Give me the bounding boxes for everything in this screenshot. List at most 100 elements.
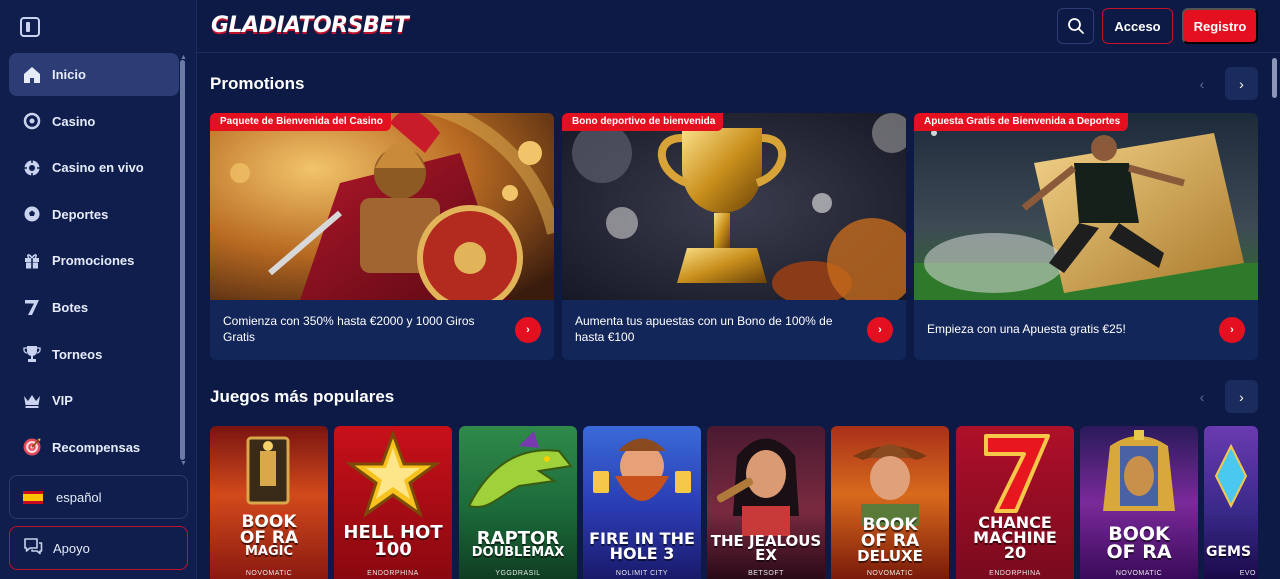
game-title-line: DOUBLEMAX — [471, 545, 565, 561]
sidebar-item-vip[interactable]: VIP — [9, 379, 179, 422]
game-tile-hell-hot-100[interactable]: HELL HOT 100 ENDORPHINA — [334, 426, 452, 579]
game-provider: ENDORPHINA — [367, 570, 419, 577]
register-button[interactable]: Registro — [1182, 8, 1258, 44]
game-title-line: EX — [755, 546, 777, 565]
gift-icon — [22, 251, 42, 271]
game-title: BOOK OF RA — [1080, 524, 1198, 564]
game-tile-raptor-doublemax[interactable]: RAPTOR DOUBLEMAX YGGDRASIL — [459, 426, 577, 579]
game-tile-the-jealous-ex[interactable]: THE JEALOUS EX BETSOFT — [707, 426, 825, 579]
game-title: HELL HOT 100 — [334, 523, 452, 561]
sidebar-item-label: Deportes — [52, 206, 109, 222]
sidebar-item-inicio[interactable]: Inicio — [9, 53, 179, 96]
dwarf-artwork — [593, 438, 691, 501]
game-title: BOOK OF RA DELUXE — [831, 516, 949, 566]
promo-card-casino-welcome[interactable]: Paquete de Bienvenida del Casino Comienz… — [210, 113, 554, 360]
main-scrollbar[interactable] — [1272, 58, 1277, 98]
book-artwork — [246, 436, 290, 505]
game-title-line: DELUXE — [857, 547, 923, 566]
promo-tag: Paquete de Bienvenida del Casino — [210, 113, 391, 131]
games-prev-arrow-icon[interactable]: ‹ — [1191, 386, 1213, 408]
game-title-line: HOLE 3 — [609, 544, 675, 564]
raptor-artwork — [467, 431, 573, 508]
casino-icon — [22, 111, 42, 131]
sidebar: Inicio Casino Casino en vivo Deportes Pr… — [0, 0, 197, 579]
star-artwork — [345, 429, 441, 518]
language-label: español — [56, 489, 102, 505]
game-tile-book-of-ra[interactable]: BOOK OF RA NOVOMATIC — [1080, 426, 1198, 579]
login-button[interactable]: Acceso — [1102, 8, 1173, 44]
game-provider: BETSOFT — [748, 570, 784, 577]
sidebar-item-label: Torneos — [52, 346, 103, 362]
sidebar-nav: Inicio Casino Casino en vivo Deportes Pr… — [9, 53, 179, 472]
promo-tag: Bono deportivo de bienvenida — [562, 113, 724, 131]
site-logo[interactable]: GLADIATORSBET — [211, 13, 409, 38]
sidebar-item-label: VIP — [52, 393, 73, 409]
game-title: GEMS — [1206, 544, 1258, 560]
promo-text: Empieza con una Apuesta gratis €25! — [927, 322, 1126, 336]
game-provider: EVO — [1239, 570, 1256, 577]
trophy-icon — [22, 344, 42, 364]
game-tile-chance-machine-20[interactable]: CHANCE MACHINE 20 ENDORPHINA — [956, 426, 1074, 579]
top-header: GLADIATORSBET Acceso Registro — [197, 0, 1280, 53]
game-tile-book-of-ra-magic[interactable]: BOOK OF RA MAGIC NOVOMATIC — [210, 426, 328, 579]
sidebar-scrollbar[interactable] — [180, 60, 185, 460]
game-title: CHANCE MACHINE 20 — [956, 514, 1074, 563]
home-icon — [22, 65, 42, 85]
game-title-line: GEMS — [1206, 544, 1252, 560]
chevron-right-icon[interactable]: › — [867, 317, 893, 343]
target-icon — [22, 437, 42, 457]
game-tile-fire-in-the-hole-3[interactable]: FIRE IN THE HOLE 3 NOLIMIT CITY — [583, 426, 701, 579]
woman-artwork — [716, 438, 799, 536]
game-title-line: MAGIC — [244, 544, 294, 560]
game-provider: ENDORPHINA — [989, 570, 1041, 577]
sidebar-item-label: Casino — [52, 113, 96, 129]
promo-tag: Apuesta Gratis de Bienvenida a Deportes — [914, 113, 1129, 131]
promo-text: Comienza con 350% hasta €2000 y 1000 Gir… — [223, 314, 475, 344]
games-next-arrow-icon[interactable]: › — [1225, 380, 1258, 413]
game-title: FIRE IN THE HOLE 3 — [583, 530, 701, 564]
sidebar-collapse-icon[interactable] — [20, 17, 40, 37]
chevron-right-icon[interactable]: › — [1219, 317, 1245, 343]
support-button[interactable]: Apoyo — [9, 526, 188, 570]
footballer-promo-image — [914, 113, 1258, 300]
gem-artwork — [1214, 443, 1248, 509]
game-title-line: 20 — [1003, 543, 1027, 563]
game-tile-gems[interactable]: GEMS EVO — [1204, 426, 1258, 579]
game-provider: NOVOMATIC — [245, 570, 293, 577]
search-button[interactable] — [1057, 8, 1094, 44]
spain-flag-icon — [23, 490, 43, 504]
pharaoh-artwork — [1103, 430, 1175, 511]
promotions-next-arrow-icon[interactable]: › — [1225, 67, 1258, 100]
promo-card-free-bet[interactable]: Apuesta Gratis de Bienvenida a Deportes … — [914, 113, 1258, 360]
explorer-artwork — [853, 444, 927, 526]
language-selector[interactable]: español — [9, 475, 188, 519]
trophy-promo-image — [562, 113, 906, 300]
game-provider: YGGDRASIL — [495, 570, 541, 577]
promotions-prev-arrow-icon[interactable]: ‹ — [1191, 73, 1213, 95]
live-casino-icon — [22, 158, 42, 178]
crown-icon — [22, 391, 42, 411]
seven-artwork — [984, 434, 1050, 513]
sidebar-item-torneos[interactable]: Torneos — [9, 333, 179, 376]
game-title: BOOK OF RA MAGIC — [210, 513, 328, 560]
promo-card-sports-welcome[interactable]: Bono deportivo de bienvenida Aumenta tus… — [562, 113, 906, 360]
scroll-down-icon[interactable]: ▼ — [180, 460, 187, 467]
game-provider: NOVOMATIC — [866, 570, 914, 577]
game-provider: NOVOMATIC — [1115, 570, 1163, 577]
sidebar-item-label: Casino en vivo — [52, 160, 144, 176]
game-tile-book-of-ra-deluxe[interactable]: BOOK OF RA DELUXE NOVOMATIC — [831, 426, 949, 579]
game-title-line: OF RA — [1106, 541, 1172, 564]
sidebar-item-promociones[interactable]: Promociones — [9, 239, 179, 282]
game-title-line: 100 — [374, 539, 412, 561]
popular-games-title: Juegos más populares — [210, 387, 395, 406]
sidebar-item-casino-en-vivo[interactable]: Casino en vivo — [9, 146, 179, 189]
game-title: RAPTOR DOUBLEMAX — [459, 529, 577, 561]
gladiator-promo-image — [210, 113, 554, 300]
sidebar-item-casino[interactable]: Casino — [9, 100, 179, 143]
sidebar-item-deportes[interactable]: Deportes — [9, 193, 179, 236]
seven-icon — [22, 297, 42, 317]
sidebar-item-recompensas[interactable]: Recompensas — [9, 426, 179, 469]
chevron-right-icon[interactable]: › — [515, 317, 541, 343]
game-provider: NOLIMIT CITY — [615, 570, 669, 577]
sidebar-item-botes[interactable]: Botes — [9, 286, 179, 329]
